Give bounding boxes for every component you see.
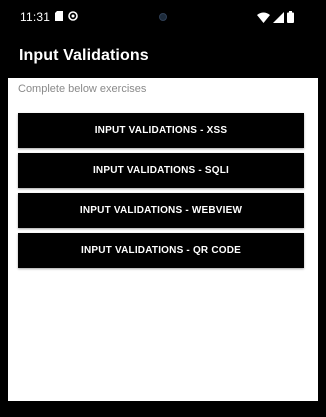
sd-card-icon bbox=[55, 11, 63, 21]
signal-icon bbox=[273, 11, 284, 23]
phone-screen: 11:31 Input Validations Complete below e… bbox=[0, 0, 326, 417]
content-panel: Complete below exercises INPUT VALIDATIO… bbox=[8, 78, 318, 401]
sqli-button[interactable]: INPUT VALIDATIONS - SQLI bbox=[18, 153, 304, 188]
qr-code-button[interactable]: INPUT VALIDATIONS - QR CODE bbox=[18, 233, 304, 268]
battery-icon bbox=[287, 11, 294, 23]
page-title: Input Validations bbox=[19, 47, 149, 64]
app-bar: Input Validations bbox=[0, 34, 326, 78]
status-bar: 11:31 bbox=[0, 0, 326, 34]
wifi-icon bbox=[257, 12, 270, 23]
status-time: 11:31 bbox=[20, 10, 51, 24]
webview-button[interactable]: INPUT VALIDATIONS - WEBVIEW bbox=[18, 193, 304, 228]
front-camera bbox=[159, 13, 167, 21]
status-left-icons bbox=[55, 11, 78, 21]
xss-button[interactable]: INPUT VALIDATIONS - XSS bbox=[18, 113, 304, 148]
sync-icon bbox=[68, 11, 78, 21]
instructions-text: Complete below exercises bbox=[18, 83, 147, 95]
navigation-bar bbox=[0, 401, 326, 417]
status-right-icons bbox=[257, 11, 294, 23]
